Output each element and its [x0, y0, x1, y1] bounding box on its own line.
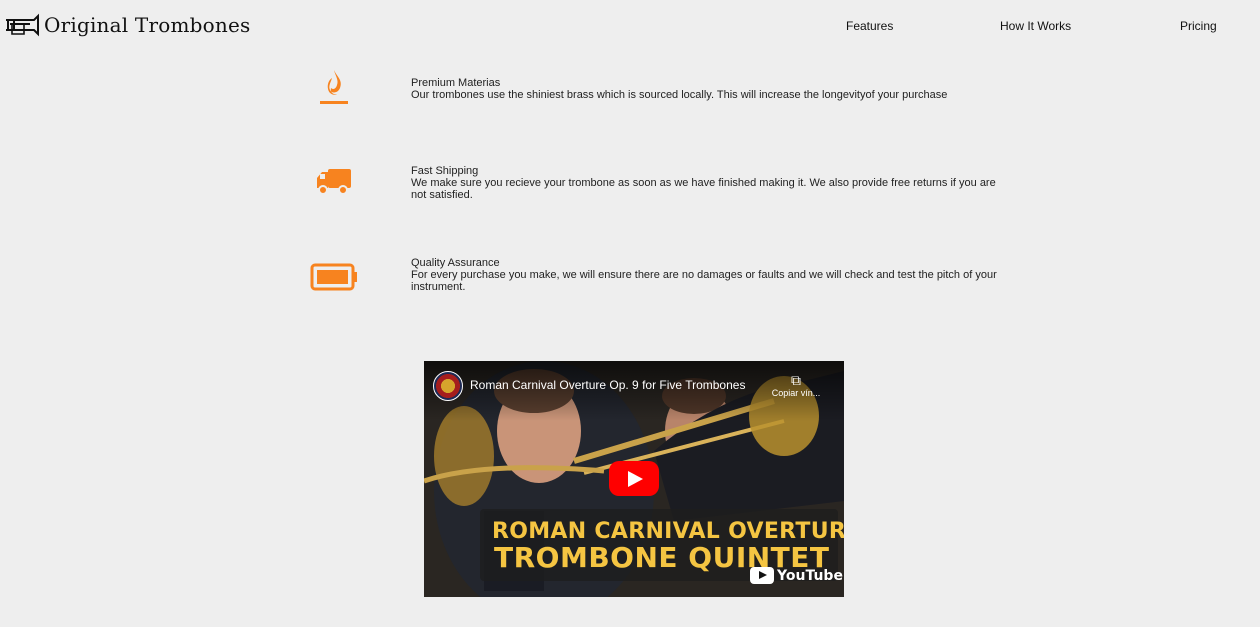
nav-pricing[interactable]: Pricing [1180, 19, 1217, 33]
feature-title: Premium Materias [411, 77, 501, 89]
feature-text: Quality Assurance For every purchase you… [411, 257, 1011, 293]
video-embed[interactable]: Roman Carnival Overture Op. 9 for Five T… [424, 361, 844, 597]
nav-how-it-works[interactable]: How It Works [1000, 19, 1071, 33]
channel-avatar[interactable] [433, 371, 463, 401]
copy-link-button[interactable]: ⧉ Copiar vín... [764, 372, 828, 398]
logo[interactable]: Original Trombones [4, 12, 250, 38]
site-header: Original Trombones Features How It Works… [0, 0, 1260, 54]
feature-text: Premium Materias Our trombones use the s… [411, 77, 1011, 101]
copy-link-label: Copiar vín... [771, 388, 821, 398]
feature-description: For every purchase you make, we will ens… [411, 269, 997, 293]
copy-icon: ⧉ [791, 372, 801, 388]
fire-icon [306, 68, 362, 106]
feature-text: Fast Shipping We make sure you recieve y… [411, 165, 1011, 201]
logo-text: Original Trombones [44, 13, 251, 37]
battery-full-icon [306, 262, 362, 292]
feature-description: Our trombones use the shiniest brass whi… [411, 89, 948, 101]
nav-features[interactable]: Features [846, 19, 893, 33]
trombone-icon [6, 13, 39, 37]
feature-title: Fast Shipping [411, 165, 479, 177]
video-title[interactable]: Roman Carnival Overture Op. 9 for Five T… [470, 378, 760, 392]
feature-description: We make sure you recieve your trombone a… [411, 177, 996, 201]
truck-icon [306, 166, 362, 198]
youtube-watermark[interactable]: YouTube [750, 567, 843, 584]
play-button[interactable] [609, 461, 659, 496]
feature-title: Quality Assurance [411, 257, 500, 269]
youtube-icon [750, 567, 774, 584]
youtube-watermark-label: YouTube [777, 567, 843, 584]
